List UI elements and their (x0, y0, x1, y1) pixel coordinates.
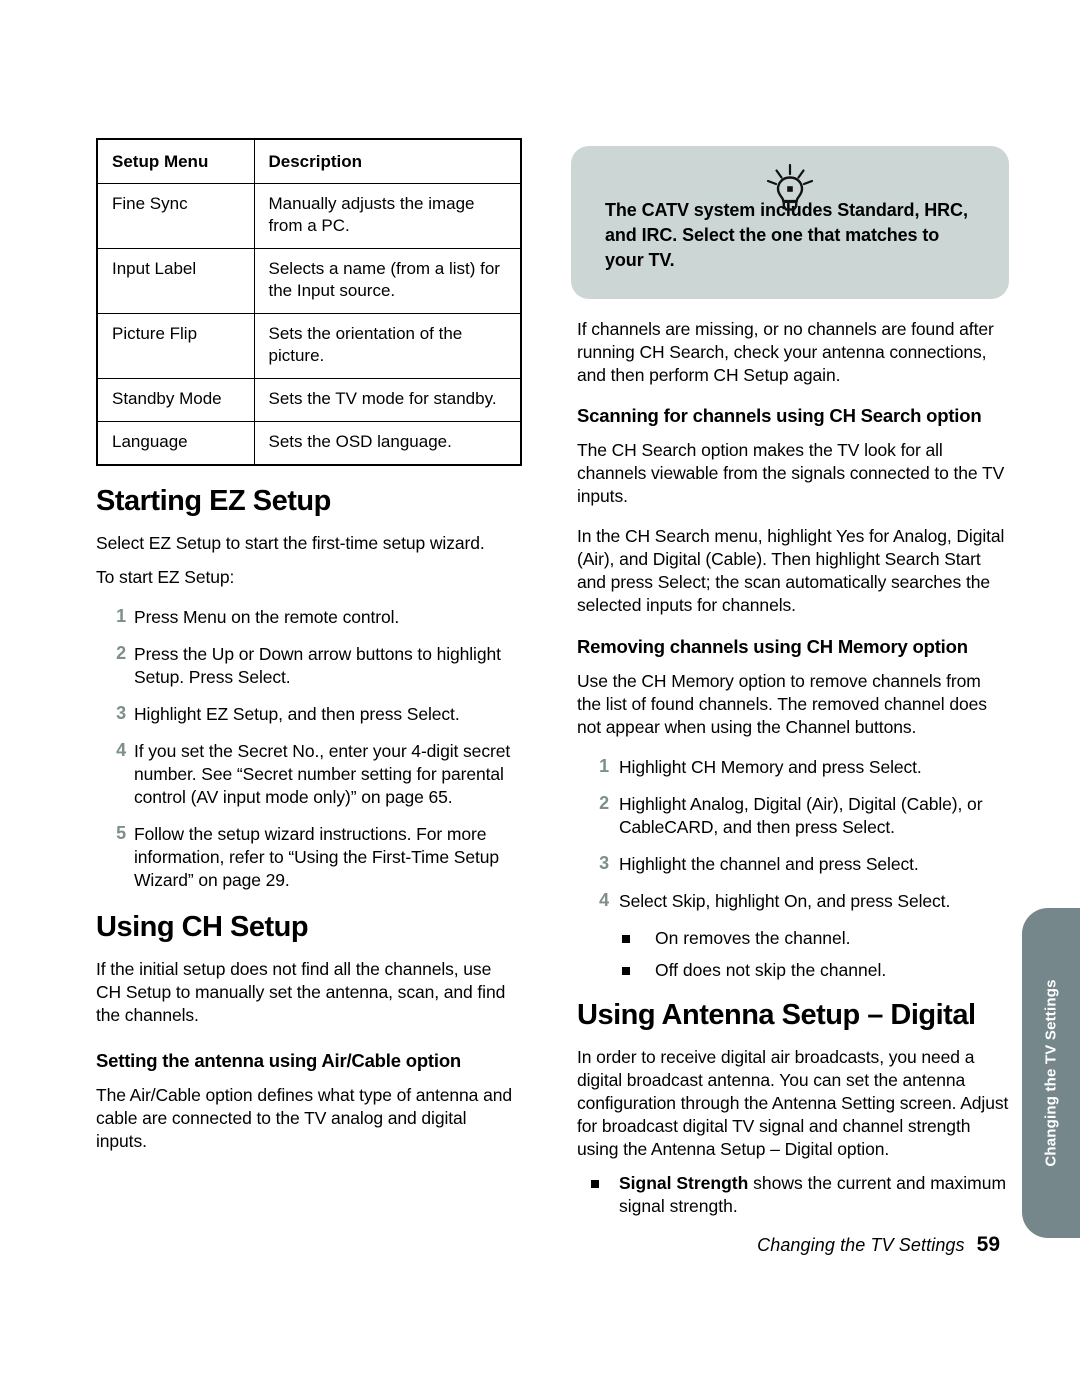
signal-strength-label: Signal Strength (619, 1173, 749, 1193)
step-text: Highlight the channel and press Select. (619, 854, 919, 874)
list-item: 1 Highlight CH Memory and press Select. (577, 756, 1009, 779)
bullet-text: On removes the channel. (655, 928, 851, 948)
paragraph-search-body-2: In the CH Search menu, highlight Yes for… (577, 526, 1005, 615)
paragraph-search-body-1: The CH Search option makes the TV look f… (577, 440, 1005, 506)
table-cell-description: Selects a name (from a list) for the Inp… (253, 248, 522, 314)
table-row: Input Label Selects a name (from a list)… (96, 248, 522, 314)
step-number: 5 (116, 823, 126, 843)
heading-using-ch-setup: Using CH Setup (96, 911, 309, 943)
table-cell-menu: Standby Mode (96, 378, 255, 422)
manual-page: Setup Menu Description Fine Sync Manuall… (0, 0, 1080, 1397)
paragraph-antenna-digital-body: In order to receive digital air broadcas… (577, 1047, 1009, 1159)
step-number: 3 (599, 853, 609, 873)
list-item: On removes the channel. (577, 927, 1009, 950)
table-row: Standby Mode Sets the TV mode for standb… (96, 378, 522, 422)
step-text: Press Menu on the remote control. (134, 607, 400, 627)
list-item: 3 Highlight the channel and press Select… (577, 853, 1009, 876)
step-text: Press the Up or Down arrow buttons to hi… (134, 644, 501, 687)
list-item: 4 If you set the Secret No., enter your … (96, 740, 520, 809)
list-item: 2 Highlight Analog, Digital (Air), Digit… (577, 793, 1009, 839)
list-item: Off does not skip the channel. (577, 959, 1009, 982)
bullet-text: Off does not skip the channel. (655, 960, 887, 980)
subheading-scanning-ch-search: Scanning for channels using CH Search op… (577, 405, 982, 426)
table-cell-description: Sets the TV mode for standby. (253, 378, 522, 422)
table-cell-description: Manually adjusts the image from a PC. (253, 183, 522, 249)
setup-menu-table: Setup Menu Description Fine Sync Manuall… (96, 138, 522, 466)
step-number: 1 (599, 756, 609, 776)
footer-chapter-title: Changing the TV Settings (757, 1235, 965, 1255)
step-text: Select Skip, highlight On, and press Sel… (619, 891, 951, 911)
table-row: Picture Flip Sets the orientation of the… (96, 313, 522, 379)
ch-memory-bullet-list: On removes the channel. Off does not ski… (577, 927, 1009, 982)
step-text: Highlight EZ Setup, and then press Selec… (134, 704, 460, 724)
page-footer: Changing the TV Settings 59 (757, 1233, 1000, 1257)
ez-setup-step-list: 1 Press Menu on the remote control. 2 Pr… (96, 606, 520, 892)
table-cell-menu: Language (96, 421, 255, 466)
right-column: If channels are missing, or no channels … (577, 318, 1009, 1227)
table-cell-menu: Fine Sync (96, 183, 255, 249)
paragraph-ez-lead: To start EZ Setup: (96, 567, 235, 587)
ch-memory-step-list: 1 Highlight CH Memory and press Select. … (577, 756, 1009, 913)
step-text: Follow the setup wizard instructions. Fo… (134, 824, 499, 890)
list-item: Signal Strength shows the current and ma… (577, 1172, 1009, 1218)
list-item: 1 Press Menu on the remote control. (96, 606, 520, 629)
square-bullet-icon (622, 935, 630, 943)
step-number: 2 (599, 793, 609, 813)
paragraph-memory-body: Use the CH Memory option to remove chann… (577, 671, 987, 737)
table-cell-menu: Picture Flip (96, 313, 255, 379)
table-cell-description: Sets the orientation of the picture. (253, 313, 522, 379)
lightbulb-icon (571, 162, 1009, 212)
table-cell-menu: Input Label (96, 248, 255, 314)
subheading-removing-ch-memory: Removing channels using CH Memory option (577, 636, 968, 657)
table-row: Fine Sync Manually adjusts the image fro… (96, 183, 522, 249)
paragraph-ez-intro: Select EZ Setup to start the first-time … (96, 533, 485, 553)
list-item: 4 Select Skip, highlight On, and press S… (577, 890, 1009, 913)
square-bullet-icon (622, 967, 630, 975)
paragraph-antenna-body: The Air/Cable option defines what type o… (96, 1085, 512, 1151)
square-bullet-icon (591, 1180, 599, 1188)
table-row: Language Sets the OSD language. (96, 421, 522, 466)
step-number: 4 (599, 890, 609, 910)
table-cell-description: Sets the OSD language. (253, 421, 522, 466)
heading-using-antenna-setup-digital: Using Antenna Setup – Digital (577, 999, 976, 1031)
step-number: 4 (116, 740, 126, 760)
tip-callout-box: The CATV system includes Standard, HRC, … (571, 146, 1009, 299)
table-header-row: Setup Menu Description (96, 138, 522, 184)
step-text: Highlight Analog, Digital (Air), Digital… (619, 794, 983, 837)
list-item: 2 Press the Up or Down arrow buttons to … (96, 643, 520, 689)
list-item: 5 Follow the setup wizard instructions. … (96, 823, 520, 892)
heading-starting-ez-setup: Starting EZ Setup (96, 485, 331, 517)
step-number: 2 (116, 643, 126, 663)
table-header-setup-menu: Setup Menu (96, 138, 255, 184)
antenna-digital-bullet-list: Signal Strength shows the current and ma… (577, 1172, 1009, 1218)
step-number: 3 (116, 703, 126, 723)
footer-page-number: 59 (976, 1233, 1000, 1256)
left-column: Setup Menu Description Fine Sync Manuall… (96, 138, 522, 1170)
chapter-side-tab-label: Changing the TV Settings (1042, 979, 1060, 1167)
paragraph-missing-channels: If channels are missing, or no channels … (577, 319, 994, 385)
subheading-setting-antenna: Setting the antenna using Air/Cable opti… (96, 1050, 462, 1071)
step-number: 1 (116, 606, 126, 626)
paragraph-ch-setup-intro: If the initial setup does not find all t… (96, 959, 506, 1025)
step-text: Highlight CH Memory and press Select. (619, 757, 922, 777)
step-text: If you set the Secret No., enter your 4-… (134, 741, 511, 807)
table-header-description: Description (253, 138, 522, 184)
list-item: 3 Highlight EZ Setup, and then press Sel… (96, 703, 520, 726)
chapter-side-tab: Changing the TV Settings (1022, 908, 1080, 1238)
